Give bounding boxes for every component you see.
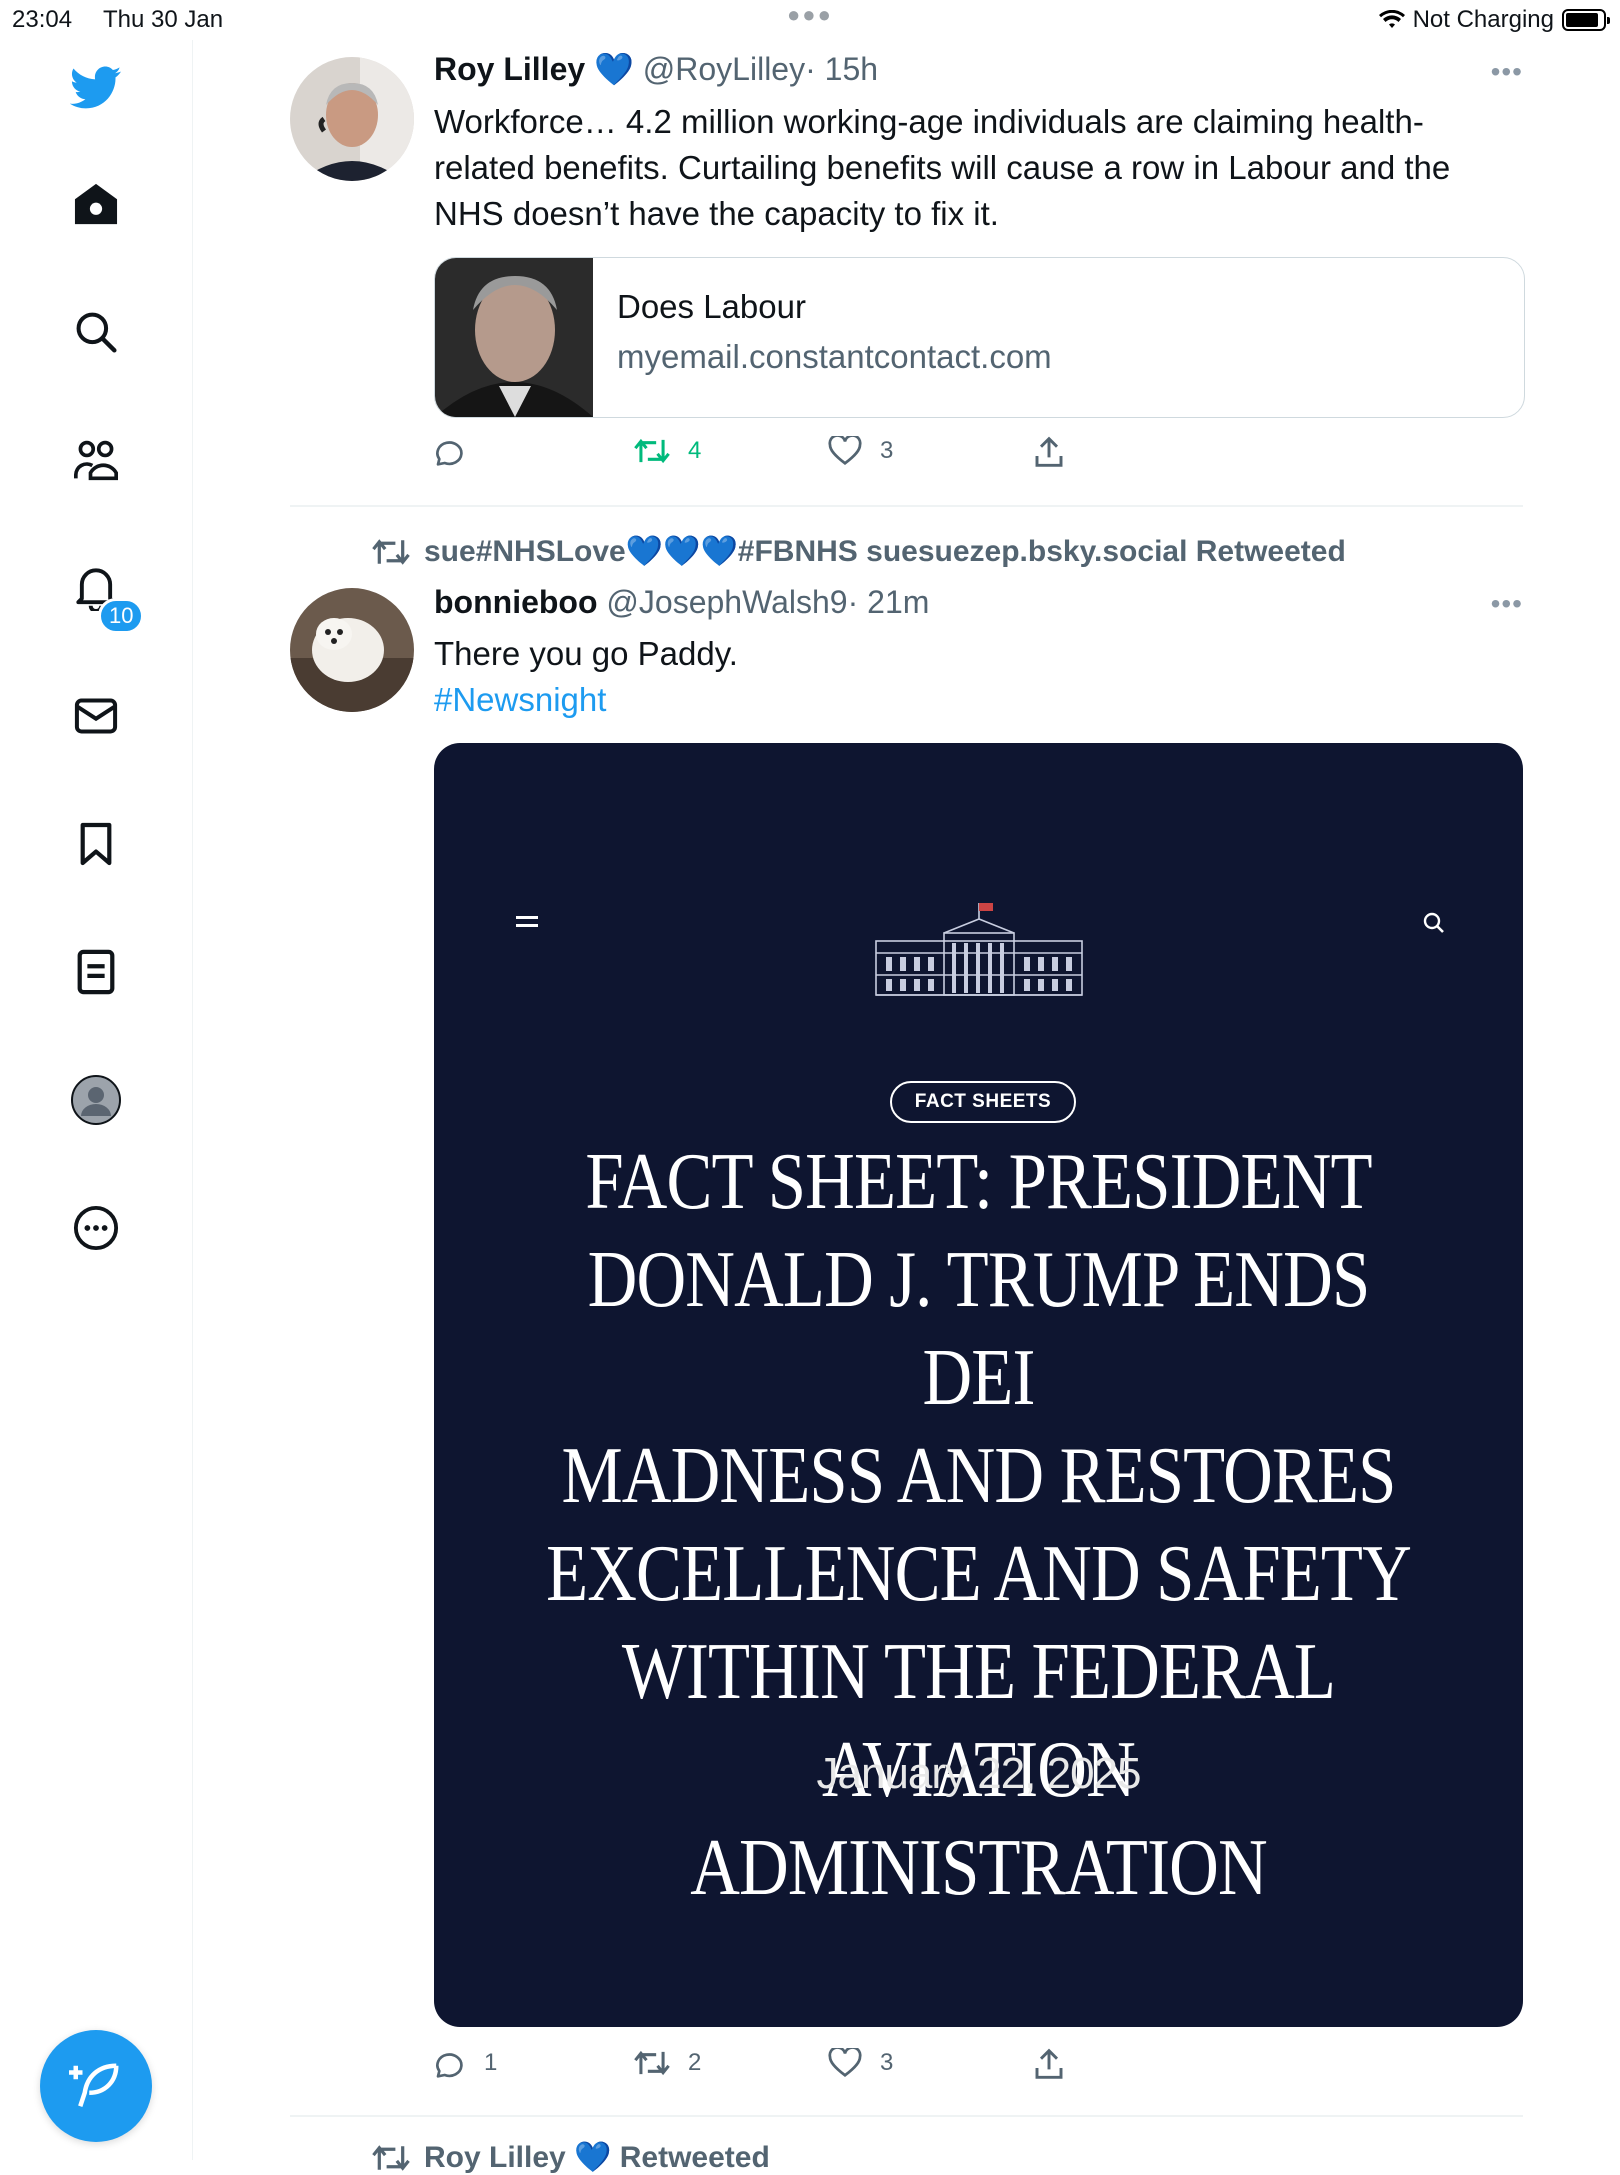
share-button[interactable] <box>1034 436 1064 468</box>
share-icon <box>1035 2048 1063 2079</box>
retweet-button[interactable]: 4 <box>634 436 701 466</box>
tweet-more-options-icon[interactable]: ••• <box>1491 56 1523 88</box>
retweet-icon <box>634 438 670 464</box>
like-count: 3 <box>880 437 894 464</box>
charging-status: Not Charging <box>1412 6 1554 33</box>
media-search-icon <box>1423 912 1444 933</box>
like-count: 3 <box>880 2049 894 2076</box>
search-icon[interactable] <box>70 306 122 358</box>
fact-sheet-date: January 22, 2025 <box>816 1749 1141 1798</box>
fact-title-line: WITHIN THE FEDERAL <box>621 1628 1336 1716</box>
author-handle[interactable]: @RoyLilley <box>643 51 805 87</box>
like-button[interactable]: 3 <box>828 436 893 466</box>
heart-icon <box>828 2048 862 2077</box>
link-card-thumbnail <box>435 258 593 417</box>
lists-icon[interactable] <box>70 946 122 998</box>
author-handle[interactable]: @JosephWalsh9 <box>606 584 847 620</box>
reply-icon <box>436 441 463 466</box>
battery-icon <box>1562 9 1610 31</box>
messages-mail-icon[interactable] <box>70 690 122 742</box>
profile-avatar-icon[interactable] <box>70 1074 122 1126</box>
fact-title-line: MADNESS AND RESTORES <box>561 1432 1396 1520</box>
retweet-icon <box>634 2050 670 2076</box>
reply-icon <box>436 2053 463 2078</box>
tweet-time[interactable]: · 15h <box>805 51 878 87</box>
hamburger-menu-icon <box>516 916 538 927</box>
white-house-logo-icon <box>875 903 1083 996</box>
tweet-divider <box>290 2115 1523 2117</box>
tweet-actions: 4 3 <box>434 436 1114 476</box>
reply-button[interactable] <box>434 436 484 466</box>
fact-sheet-title: FACT SHEET: PRESIDENT DONALD J. TRUMP EN… <box>545 1133 1413 1917</box>
multitasking-dots-icon[interactable]: ●●● <box>787 2 833 28</box>
avatar-bonnieboo[interactable] <box>290 588 414 712</box>
tweet-media-image[interactable]: FACT SHEETS FACT SHEET: PRESIDENT DONALD… <box>434 743 1523 2027</box>
sidebar: 10 <box>0 40 193 2160</box>
retweeted-by-text: sue#NHSLove💙💙💙#FBNHS suesuezep.bsky.soci… <box>424 535 1346 568</box>
status-bar: 23:04 Thu 30 Jan ●●● Not Charging <box>0 0 1620 40</box>
share-icon <box>1035 436 1063 467</box>
link-card-title: Does Labour <box>617 288 806 325</box>
compose-tweet-button[interactable] <box>40 2030 152 2142</box>
tweet-divider <box>290 505 1523 507</box>
verified-heart-icon: 💙 <box>594 51 634 87</box>
notification-count-badge: 10 <box>98 598 145 634</box>
fact-sheets-pill: FACT SHEETS <box>890 1081 1076 1123</box>
tweet-header: Roy Lilley 💙 @RoyLilley· 15h <box>434 50 878 88</box>
next-retweeted-by-line[interactable]: Roy Lilley 💙 Retweeted <box>372 2140 770 2175</box>
tweet-text: Workforce… 4.2 million working-age indiv… <box>434 99 1514 237</box>
tweet-more-options-icon[interactable]: ••• <box>1491 588 1523 620</box>
retweet-count: 2 <box>688 2049 702 2076</box>
bookmarks-icon[interactable] <box>70 818 122 870</box>
communities-icon[interactable] <box>70 434 122 486</box>
retweet-icon <box>372 2144 410 2171</box>
status-time: 23:04 <box>12 6 73 33</box>
fact-title-line: DONALD J. TRUMP ENDS DEI <box>587 1236 1371 1422</box>
author-name[interactable]: bonnieboo <box>434 584 598 620</box>
hashtag-link[interactable]: #Newsnight <box>434 677 1514 723</box>
avatar-roy-lilley[interactable] <box>290 57 414 181</box>
tweet-text: There you go Paddy. #Newsnight <box>434 631 1514 723</box>
status-date: Thu 30 Jan <box>103 6 224 33</box>
tweet-text-line: NHS doesn’t have the capacity to fix it. <box>434 195 999 232</box>
status-right: Not Charging <box>1378 6 1610 34</box>
like-button[interactable]: 3 <box>828 2048 893 2078</box>
home-icon[interactable] <box>70 178 122 230</box>
heart-icon <box>828 436 862 465</box>
twitter-logo-icon[interactable] <box>70 62 122 114</box>
more-options-icon[interactable] <box>70 1202 122 1254</box>
fact-title-line: FACT SHEET: PRESIDENT <box>585 1138 1372 1226</box>
author-name[interactable]: Roy Lilley <box>434 51 585 87</box>
wifi-icon <box>1378 10 1405 28</box>
reply-count: 1 <box>484 2049 498 2076</box>
retweet-icon <box>372 538 410 565</box>
retweeted-by-text: Roy Lilley 💙 Retweeted <box>424 2141 770 2174</box>
link-preview-card[interactable]: Does Labour myemail.constantcontact.com <box>434 257 1525 418</box>
tweet-header: bonnieboo @JosephWalsh9· 21m <box>434 584 929 621</box>
tweet-text-line: related benefits. Curtailing benefits wi… <box>434 149 1451 186</box>
reply-button[interactable]: 1 <box>434 2048 497 2078</box>
tweet-time[interactable]: · 21m <box>848 584 930 620</box>
fact-title-line: EXCELLENCE AND SAFETY <box>546 1530 1412 1618</box>
tweet-text-line: Workforce… 4.2 million working-age indiv… <box>434 103 1424 140</box>
tweet-actions: 1 2 3 <box>434 2048 1114 2088</box>
feather-compose-icon <box>69 2063 119 2107</box>
link-card-domain: myemail.constantcontact.com <box>617 338 1052 375</box>
retweet-count: 4 <box>688 437 702 464</box>
retweeted-by-line[interactable]: sue#NHSLove💙💙💙#FBNHS suesuezep.bsky.soci… <box>372 534 1346 569</box>
retweet-button[interactable]: 2 <box>634 2048 701 2078</box>
share-button[interactable] <box>1034 2048 1064 2080</box>
tweet-text-line: There you go Paddy. <box>434 635 738 672</box>
